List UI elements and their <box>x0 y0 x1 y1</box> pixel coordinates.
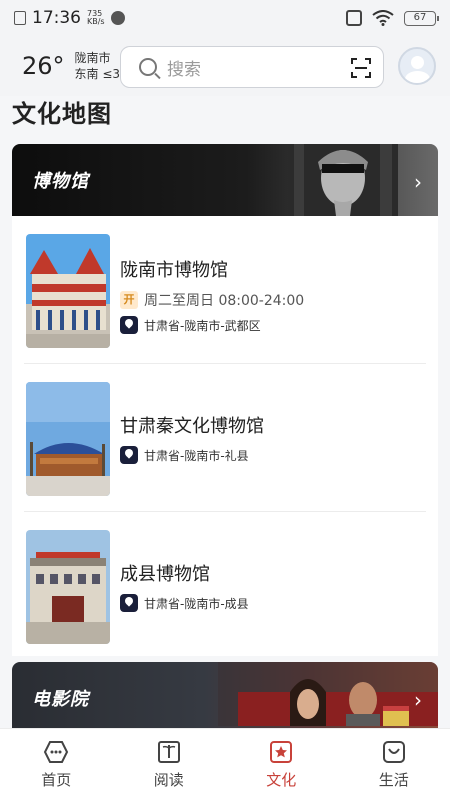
museum-name: 陇南市博物馆 <box>120 260 228 281</box>
statue-image <box>288 144 398 216</box>
culture-star-icon <box>270 741 293 763</box>
nav-label: 文化 <box>266 771 297 789</box>
museum-info: 甘肃秦文化博物馆 甘肃省-陇南市-礼县 <box>120 412 264 464</box>
museum-section-title: 博物馆 <box>32 171 89 192</box>
vibrate-icon <box>346 10 362 26</box>
status-bar: 17:36 735 KB/s 67 <box>0 0 450 36</box>
scan-icon[interactable] <box>351 58 371 78</box>
location-pin-icon <box>120 446 138 464</box>
cinema-section-title: 电影院 <box>32 689 89 710</box>
museum-section-banner[interactable]: 博物馆 › <box>12 144 438 216</box>
cinema-section-banner[interactable]: 电影院 › <box>12 662 438 734</box>
museum-name: 成县博物馆 <box>120 564 210 585</box>
chevron-right-icon[interactable]: › <box>414 688 422 712</box>
top-header: 26° 陇南市 东南 ≤3 搜索 <box>0 36 450 96</box>
search-icon <box>139 58 157 76</box>
hours-text: 周二至周日 08:00-24:00 <box>144 293 305 309</box>
shopping-bag-icon <box>382 741 405 763</box>
avatar[interactable] <box>398 47 436 85</box>
net-speed-unit: KB/s <box>87 17 105 26</box>
opening-hours: 开 周二至周日 08:00-24:00 <box>120 290 304 310</box>
bottom-nav: 首页 阅读 文化 生活 <box>0 728 450 800</box>
weather-city: 陇南市 <box>74 51 111 65</box>
museum-name: 甘肃秦文化博物馆 <box>120 416 264 437</box>
weather-wind: 东南 ≤3 <box>74 67 121 81</box>
location-text: 甘肃省-陇南市-武都区 <box>144 318 261 333</box>
battery-indicator: 67 <box>404 10 439 26</box>
museum-info: 成县博物馆 甘肃省-陇南市-成县 <box>120 560 249 612</box>
chevron-right-icon[interactable]: › <box>414 170 422 194</box>
page-title: 文化地图 <box>12 100 112 128</box>
search-input[interactable]: 搜索 <box>120 46 384 88</box>
weather-temperature[interactable]: 26° <box>22 52 65 80</box>
book-icon <box>157 741 180 763</box>
nav-item-culture[interactable]: 文化 <box>225 729 338 800</box>
museum-info: 陇南市博物馆 开 周二至周日 08:00-24:00 甘肃省-陇南市-武都区 <box>120 256 304 334</box>
list-item[interactable]: 成县博物馆 甘肃省-陇南市-成县 <box>12 512 438 660</box>
museum-list: 陇南市博物馆 开 周二至周日 08:00-24:00 甘肃省-陇南市-武都区 甘… <box>12 216 438 656</box>
nav-item-life[interactable]: 生活 <box>338 729 450 800</box>
status-time: 17:36 <box>32 8 81 28</box>
location-pin-icon <box>120 316 138 334</box>
museum-location: 甘肃省-陇南市-成县 <box>120 594 249 612</box>
nav-item-reading[interactable]: 阅读 <box>113 729 226 800</box>
cinema-image <box>218 662 438 726</box>
net-speed: 735 KB/s <box>87 10 105 26</box>
museum-location: 甘肃省-陇南市-武都区 <box>120 316 304 334</box>
location-pin-icon <box>120 594 138 612</box>
nav-label: 首页 <box>41 771 72 789</box>
notification-icon <box>14 11 26 25</box>
museum-thumbnail <box>26 382 110 496</box>
nav-label: 生活 <box>378 771 409 789</box>
list-item[interactable]: 陇南市博物馆 开 周二至周日 08:00-24:00 甘肃省-陇南市-武都区 <box>12 216 438 364</box>
museum-thumbnail <box>26 530 110 644</box>
open-badge: 开 <box>120 291 138 309</box>
location-text: 甘肃省-陇南市-礼县 <box>144 448 249 463</box>
museum-thumbnail <box>26 234 110 348</box>
search-placeholder: 搜索 <box>167 59 201 80</box>
nav-label: 阅读 <box>153 771 184 789</box>
nav-item-home[interactable]: 首页 <box>0 729 113 800</box>
wifi-icon <box>372 10 394 26</box>
home-icon <box>44 741 69 763</box>
list-item[interactable]: 甘肃秦文化博物馆 甘肃省-陇南市-礼县 <box>12 364 438 512</box>
app-status-icon <box>110 11 125 25</box>
location-text: 甘肃省-陇南市-成县 <box>144 596 249 611</box>
weather-location[interactable]: 陇南市 东南 ≤3 <box>75 50 121 82</box>
museum-location: 甘肃省-陇南市-礼县 <box>120 446 264 464</box>
